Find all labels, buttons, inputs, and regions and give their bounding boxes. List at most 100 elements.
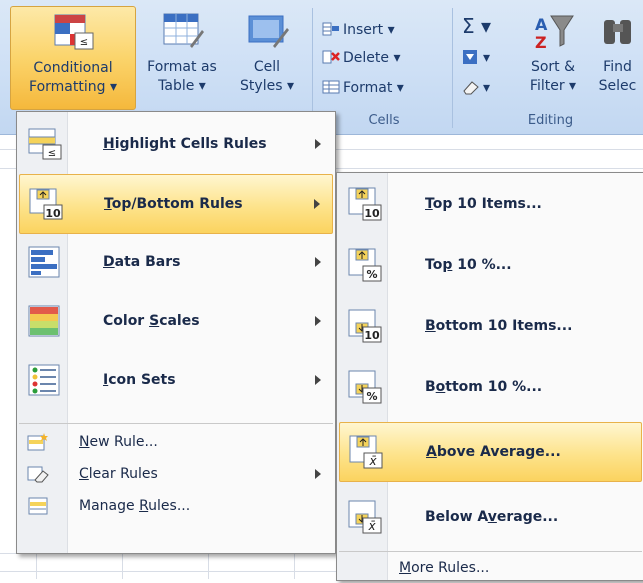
menu-item-top-bottom-rules[interactable]: 10 Top/Bottom Rules <box>19 174 333 234</box>
submenu-item-below-average[interactable]: x̄ Below Average... <box>339 488 642 546</box>
conditional-formatting-button[interactable]: ≤ Conditional Formatting ▾ <box>10 6 136 110</box>
menu-item-text: erage... <box>496 509 559 525</box>
conditional-formatting-label-2: Formatting ▾ <box>29 79 117 95</box>
menu-item-icon-sets[interactable]: Icon Sets <box>19 351 333 409</box>
sort-filter-icon: A Z <box>535 15 574 52</box>
menu-separator <box>19 423 333 424</box>
menu-item-data-bars[interactable]: Data Bars <box>19 233 333 291</box>
editing-group-label: Editing <box>527 113 574 128</box>
submenu-item-bottom-10-items[interactable]: 10 Bottom 10 Items... <box>339 297 642 355</box>
manage-rules-icon <box>28 497 48 515</box>
cell-styles-button[interactable]: Cell Styles ▾ <box>230 6 304 108</box>
fill-down-icon <box>463 50 477 64</box>
group-separator <box>312 8 313 128</box>
accel-key: C <box>79 466 89 482</box>
menu-separator <box>339 551 642 552</box>
menu-item-text: Color <box>103 313 150 329</box>
svg-text:A: A <box>535 15 548 34</box>
accel-key: A <box>426 444 437 460</box>
accel-key: S <box>149 313 160 329</box>
clear-dropdown: ▾ <box>483 80 491 96</box>
submenu-arrow-icon <box>315 257 321 267</box>
cell-styles-label-2: Styles ▾ <box>240 78 294 94</box>
svg-text:≤: ≤ <box>80 37 88 48</box>
data-bars-icon <box>28 246 60 278</box>
insert-button[interactable]: Insert ▾ <box>322 18 395 42</box>
submenu-arrow-icon <box>315 316 321 326</box>
format-as-table-label-1: Format as <box>147 59 217 75</box>
bottom-10-percent-icon: % <box>348 370 382 404</box>
conditional-formatting-icon: ≤ <box>54 14 94 50</box>
accel-key: M <box>399 560 412 576</box>
cells-group-label: Cells <box>368 113 400 128</box>
menu-item-text: lear Rules <box>88 466 158 482</box>
accel-key: R <box>139 498 149 514</box>
menu-item-manage-rules[interactable]: Manage Rules... <box>19 491 333 521</box>
fill-button[interactable]: ▾ <box>462 46 490 70</box>
menu-item-clear-rules[interactable]: Clear Rules <box>19 459 333 489</box>
submenu-arrow-icon <box>315 139 321 149</box>
submenu-arrow-icon <box>315 469 321 479</box>
format-button[interactable]: Format ▾ <box>322 76 404 100</box>
format-cells-icon <box>322 80 340 94</box>
eraser-icon <box>463 81 479 95</box>
format-as-table-button[interactable]: Format as Table ▾ <box>138 6 226 108</box>
menu-item-text: ighlight Cells Rules <box>114 136 267 152</box>
sort-filter-label-2: Filter ▾ <box>529 78 577 94</box>
menu-item-text: op 10 Items... <box>432 196 542 212</box>
sort-filter-label-1: Sort & <box>530 59 576 75</box>
menu-item-text: ew Rule... <box>89 434 158 450</box>
top-10-percent-icon: % <box>348 248 382 282</box>
above-average-icon: x̄ <box>349 435 383 469</box>
clear-rules-icon <box>27 466 49 483</box>
autosum-button[interactable]: Σ ▾ <box>462 14 491 38</box>
svg-text:≤: ≤ <box>48 148 56 159</box>
menu-item-text: ore Rules... <box>411 560 490 576</box>
menu-item-text: Below A <box>425 509 488 525</box>
binoculars-icon <box>603 20 631 44</box>
menu-item-text: con Sets <box>108 372 176 388</box>
accel-key: v <box>487 509 497 525</box>
menu-item-text: bove Average... <box>436 444 561 460</box>
svg-text:10: 10 <box>45 207 61 220</box>
badge: x̄ <box>368 454 377 468</box>
submenu-item-top-10-items[interactable]: 10 Top 10 Items... <box>339 175 642 233</box>
icon-sets-icon <box>28 364 60 396</box>
menu-item-highlight-cells-rules[interactable]: ≤ Highlight Cells Rules <box>19 115 333 173</box>
find-select-label-2: Selec <box>598 78 637 94</box>
conditional-formatting-label-1: Conditional <box>33 60 113 76</box>
bottom-10-items-icon: 10 <box>348 309 382 343</box>
find-select-label-1: Find <box>603 59 632 75</box>
badge: % <box>366 268 377 281</box>
submenu-item-above-average[interactable]: x̄ Above Average... <box>339 422 642 482</box>
menu-item-color-scales[interactable]: Color Scales <box>19 292 333 350</box>
menu-item-text: ttom 10 %... <box>445 379 543 395</box>
accel-key: T <box>104 196 112 212</box>
sort-filter-button[interactable]: A Z Sort & Filter ▾ <box>520 6 586 108</box>
accel-key: p <box>442 257 453 273</box>
format-label: Format ▾ <box>343 80 404 96</box>
group-separator <box>452 8 453 128</box>
cell-styles-icon <box>248 15 289 48</box>
submenu-item-bottom-10-percent[interactable]: % Bottom 10 %... <box>339 358 642 416</box>
fill-dropdown: ▾ <box>483 50 491 66</box>
menu-item-new-rule[interactable]: New Rule... <box>19 427 333 457</box>
menu-item-text: op/Bottom Rules <box>111 196 243 212</box>
new-rule-icon <box>27 433 48 451</box>
accel-key: D <box>103 254 115 270</box>
delete-button[interactable]: Delete ▾ <box>322 46 400 70</box>
menu-item-text: B <box>425 379 436 395</box>
delete-cells-icon <box>322 50 340 64</box>
top-10-items-icon: 10 <box>348 187 382 221</box>
format-as-table-icon <box>163 13 204 48</box>
clear-button[interactable]: ▾ <box>462 76 490 100</box>
autosum-icon: Σ ▾ <box>462 14 492 38</box>
menu-item-text: ottom 10 Items... <box>435 318 573 334</box>
highlight-cells-rules-icon: ≤ <box>28 128 62 160</box>
accel-key: T <box>425 196 433 212</box>
find-select-button[interactable]: Find Selec <box>592 6 643 108</box>
svg-text:Z: Z <box>535 33 547 52</box>
submenu-item-top-10-percent[interactable]: % Top 10 %... <box>339 236 642 294</box>
format-as-table-label-2: Table ▾ <box>158 78 206 94</box>
conditional-formatting-menu: ≤ Highlight Cells Rules 10 Top/Bottom Ru… <box>16 111 336 554</box>
